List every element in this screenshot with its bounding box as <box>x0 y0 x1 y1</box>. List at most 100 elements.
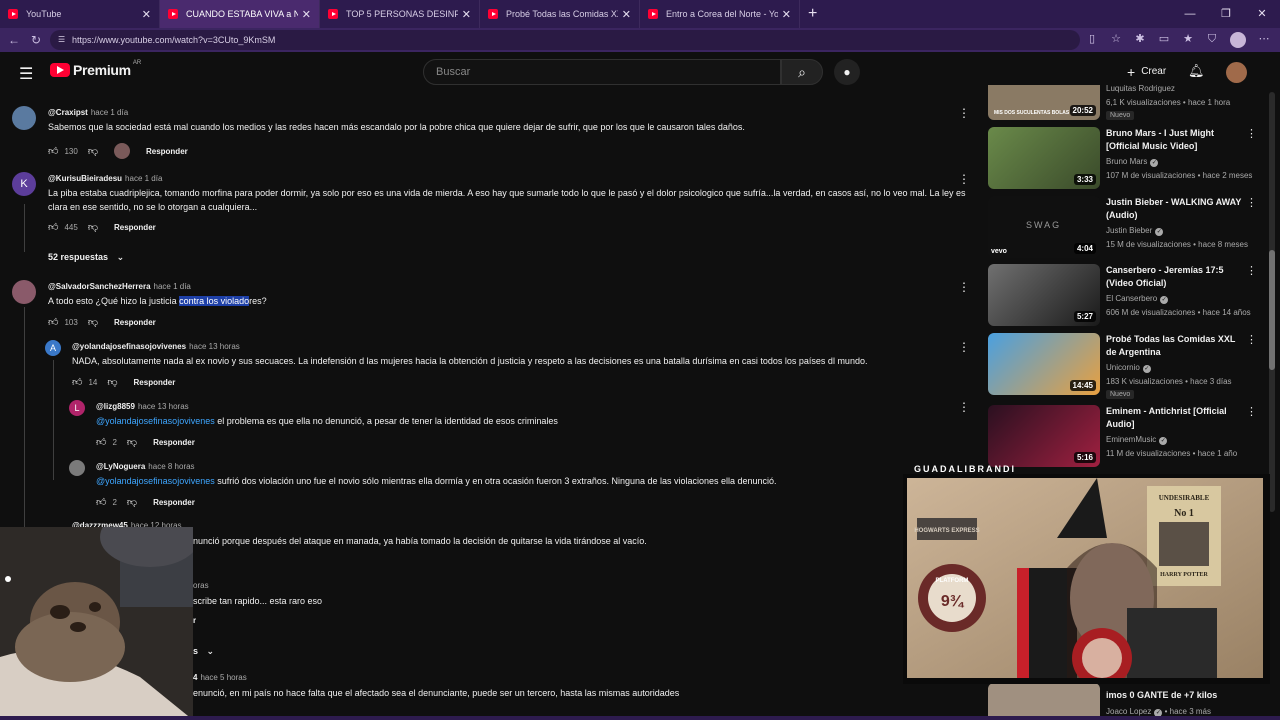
video-item[interactable]: 5:16 Eminem - Antichrist [Official Audio… <box>988 405 1263 471</box>
reply-button[interactable]: r <box>193 616 196 625</box>
video-thumbnail[interactable]: 3:33 <box>988 127 1100 189</box>
reply-text: NADA, absolutamente nada al ex novio y s… <box>72 356 868 366</box>
like-icon[interactable]: 👍︎ <box>48 221 58 233</box>
reply-author[interactable]: @lizg8859 hace 13 horas <box>96 402 189 411</box>
replies-toggle[interactable]: s ⌄ <box>193 646 214 657</box>
reply-author[interactable]: @yolandajosefinasojovivenes hace 13 horas <box>72 342 240 351</box>
comment-author[interactable]: @KurisuBieiradesu hace 1 día <box>48 174 162 183</box>
like-icon[interactable]: 👍︎ <box>48 316 58 328</box>
tab-comidas[interactable]: Probé Todas las Comidas XXL de A✕ <box>480 0 640 28</box>
reload-icon[interactable]: ↻ <box>25 33 47 47</box>
like-icon[interactable]: 👍︎ <box>96 436 106 448</box>
video-item[interactable]: 14:45 Probé Todas las Comidas XXL de Arg… <box>988 333 1263 399</box>
tab-top5[interactable]: TOP 5 PERSONAS DESINFORMAD✕ <box>320 0 480 28</box>
video-thumbnail[interactable]: SWAG vevo 4:04 <box>988 196 1100 258</box>
close-window-button[interactable]: ✕ <box>1244 0 1280 28</box>
voice-search-button[interactable]: ● <box>834 59 860 85</box>
back-icon[interactable]: ← <box>3 33 25 47</box>
like-icon[interactable]: 👍︎ <box>96 496 106 508</box>
notifications-bell-icon[interactable]: 🔔︎ <box>1188 63 1205 79</box>
reply-button[interactable]: Responder <box>114 223 156 232</box>
commenter-avatar[interactable]: K <box>12 172 36 196</box>
like-icon[interactable]: 👍︎ <box>72 376 82 388</box>
video-thumbnail[interactable]: MIS DOS SUCULENTAS BOLAS 20:52 <box>988 85 1100 120</box>
new-badge: Nuevo <box>1106 111 1135 120</box>
close-tab-icon[interactable]: ✕ <box>782 8 791 21</box>
video-item[interactable]: MIS DOS SUCULENTAS BOLAS 20:52 Luquitas … <box>988 85 1263 125</box>
comment-menu-icon[interactable]: ⋮ <box>958 340 970 354</box>
comment-menu-icon[interactable]: ⋮ <box>958 106 970 120</box>
video-thumbnail[interactable]: 14:45 <box>988 333 1100 395</box>
video-thumbnail[interactable]: 5:27 <box>988 264 1100 326</box>
replies-toggle[interactable]: 52 respuestas ⌄ <box>48 252 124 263</box>
reply-button[interactable]: Responder <box>146 147 188 156</box>
video-thumbnail[interactable]: 5:16 <box>988 405 1100 467</box>
search-button[interactable]: ⌕ <box>781 59 823 85</box>
reply-author[interactable]: 4 hace 5 horas <box>193 673 247 682</box>
video-menu-icon[interactable]: ⋮ <box>1246 196 1257 209</box>
comment-author[interactable]: @Craxipst hace 1 día <box>48 108 128 117</box>
dislike-icon[interactable]: 👎︎ <box>88 145 98 157</box>
video-item[interactable]: 5:27 Canserbero - Jeremías 17:5 (Video O… <box>988 264 1263 330</box>
dislike-icon[interactable]: 👎︎ <box>127 436 137 448</box>
dislike-icon[interactable]: 👎︎ <box>107 376 117 388</box>
reply-button[interactable]: Responder <box>114 318 156 327</box>
reply-text: enunció, en mi país no hace falta que el… <box>193 688 680 698</box>
video-item[interactable]: 3:33 Bruno Mars - I Just Might [Official… <box>988 127 1263 193</box>
menu-icon[interactable]: ☰ <box>19 64 33 84</box>
tab-active-video[interactable]: CUANDO ESTABA VIVA a NADIE le✕ <box>160 0 320 28</box>
comment-menu-icon[interactable]: ⋮ <box>958 280 970 294</box>
comment-menu-icon[interactable]: ⋮ <box>958 172 970 186</box>
video-menu-icon[interactable]: ⋮ <box>1246 333 1257 346</box>
window-controls: — ❐ ✕ <box>1172 0 1280 28</box>
browser-profile-avatar[interactable] <box>1230 32 1246 48</box>
close-tab-icon[interactable]: ✕ <box>302 8 311 21</box>
commenter-avatar[interactable] <box>12 280 36 304</box>
reply-avatar[interactable] <box>69 460 85 476</box>
search-input[interactable]: Buscar <box>423 59 781 85</box>
tab-corea[interactable]: Entro a Corea del Norte - YouTube✕ <box>640 0 800 28</box>
video-menu-icon[interactable]: ⋮ <box>1246 127 1257 140</box>
reply-button[interactable]: Responder <box>153 498 195 507</box>
create-button[interactable]: + Crear <box>1119 61 1175 83</box>
comment-menu-icon[interactable]: ⋮ <box>958 400 970 414</box>
favorites-icon[interactable]: ★ <box>1182 32 1194 46</box>
reply-avatar[interactable]: L <box>69 400 85 416</box>
reply-avatar[interactable]: A <box>45 340 61 356</box>
maximize-button[interactable]: ❐ <box>1208 0 1244 28</box>
video-item[interactable]: imos 0 GANTE de +7 kilos Joaco Lopez ✓ • … <box>988 683 1263 720</box>
new-badge: Nuevo <box>1106 390 1135 399</box>
comment-text: A todo esto ¿Qué hizo la justicia contra… <box>48 296 267 306</box>
youtube-premium-logo[interactable]: Premium AR <box>50 60 141 78</box>
comment-author[interactable]: @SalvadorSanchezHerrera hace 1 día <box>48 282 191 291</box>
dislike-icon[interactable]: 👎︎ <box>88 221 98 233</box>
close-tab-icon[interactable]: ✕ <box>622 8 631 21</box>
video-menu-icon[interactable]: ⋮ <box>1246 405 1257 418</box>
dislike-icon[interactable]: 👎︎ <box>127 496 137 508</box>
scrollbar-thumb[interactable] <box>1269 250 1275 370</box>
close-tab-icon[interactable]: ✕ <box>462 8 471 21</box>
extension-icon[interactable]: ✱ <box>1134 32 1146 46</box>
reply-button[interactable]: Responder <box>134 378 176 387</box>
commenter-avatar[interactable] <box>12 106 36 130</box>
new-tab-button[interactable]: + <box>808 5 817 23</box>
video-item[interactable]: SWAG vevo 4:04 Justin Bieber - WALKING A… <box>988 196 1263 262</box>
reply-author[interactable]: @LyNoguera hace 8 horas <box>96 462 195 471</box>
more-icon[interactable]: ⋯ <box>1258 32 1270 46</box>
shield-icon[interactable]: ⛉ <box>1206 32 1218 46</box>
youtube-favicon-icon <box>648 9 658 19</box>
tab-youtube[interactable]: YouTube ✕ <box>0 0 160 28</box>
video-thumbnail[interactable] <box>988 683 1100 720</box>
dislike-icon[interactable]: 👎︎ <box>88 316 98 328</box>
favorite-star-icon[interactable]: ☆ <box>1110 32 1122 46</box>
user-avatar[interactable] <box>1226 62 1247 83</box>
reply-button[interactable]: Responder <box>153 438 195 447</box>
minimize-button[interactable]: — <box>1172 0 1208 28</box>
split-screen-icon[interactable]: ▭ <box>1158 32 1170 46</box>
video-menu-icon[interactable]: ⋮ <box>1246 264 1257 277</box>
url-field[interactable]: https://www.youtube.com/watch?v=3CUto_9K… <box>50 30 1080 50</box>
reply-text: scribe tan rapido... esta raro eso <box>193 596 323 606</box>
reader-icon[interactable]: ▯ <box>1086 32 1098 46</box>
like-icon[interactable]: 👍︎ <box>48 145 58 157</box>
close-tab-icon[interactable]: ✕ <box>142 8 151 21</box>
